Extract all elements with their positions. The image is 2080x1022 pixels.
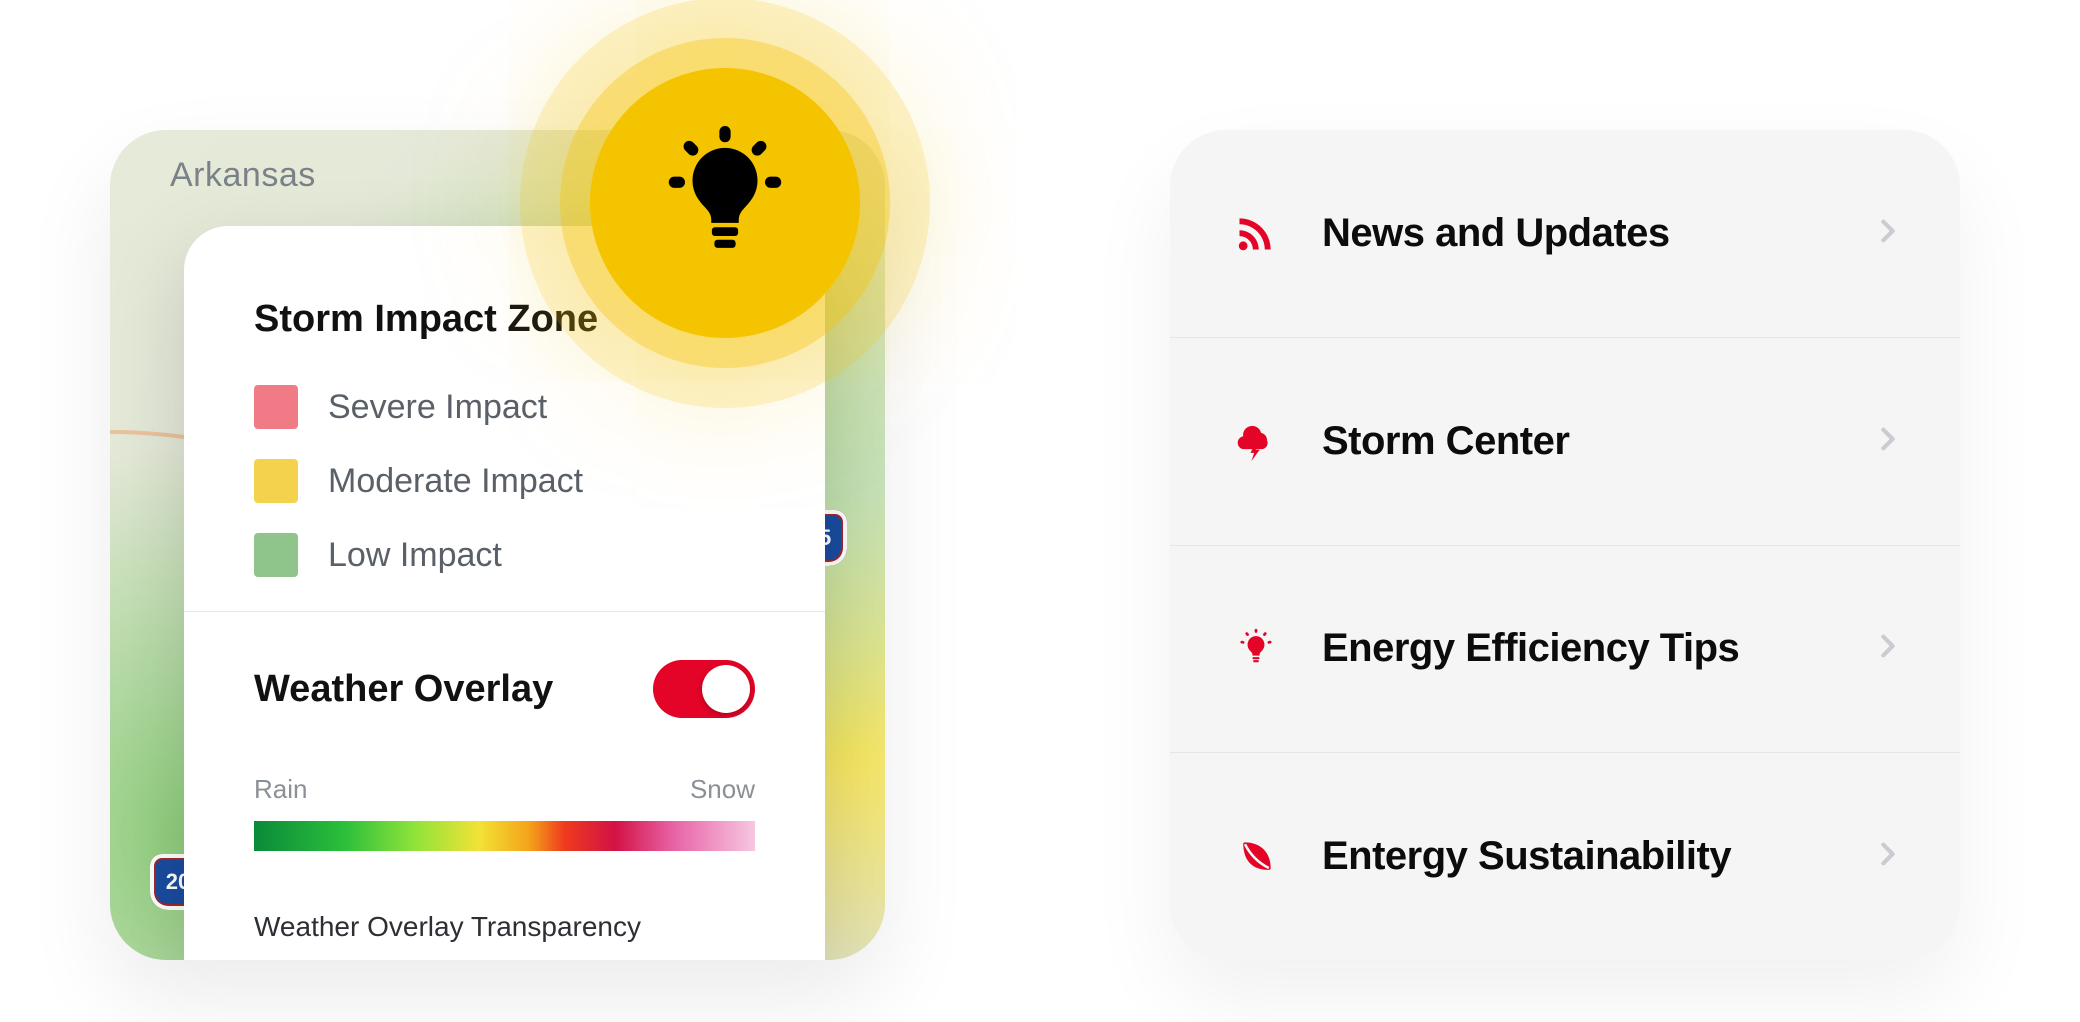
chevron-right-icon (1874, 632, 1902, 665)
resources-list: News and Updates Storm Center (1170, 130, 1960, 960)
chevron-right-icon (1874, 217, 1902, 250)
rss-icon (1228, 205, 1284, 261)
weather-overlay-title: Weather Overlay (254, 668, 553, 711)
weather-overlay-transparency-label: Weather Overlay Transparency (254, 911, 755, 943)
list-item-label: Energy Efficiency Tips (1322, 626, 1836, 671)
weather-overlay-toggle[interactable] (653, 660, 755, 718)
leaf-icon (1228, 829, 1284, 885)
legend-swatch-low (254, 533, 298, 577)
storm-icon (1228, 413, 1284, 469)
weather-scale-labels: Rain Snow (254, 774, 755, 805)
legend-label: Low Impact (328, 536, 502, 575)
legend-row-low: Low Impact (254, 533, 755, 577)
legend-label: Severe Impact (328, 388, 547, 427)
legend-swatch-severe (254, 385, 298, 429)
legend-label: Moderate Impact (328, 462, 583, 501)
scale-label-snow: Snow (690, 774, 755, 805)
toggle-knob (702, 665, 750, 713)
chevron-right-icon (1874, 840, 1902, 873)
list-item-news[interactable]: News and Updates (1170, 130, 1960, 338)
divider (184, 611, 825, 612)
weather-scale-gradient (254, 821, 755, 851)
tips-badge (590, 68, 860, 338)
lightbulb-icon (650, 126, 800, 281)
list-item-label: Entergy Sustainability (1322, 834, 1836, 879)
legend-swatch-moderate (254, 459, 298, 503)
chevron-right-icon (1874, 425, 1902, 458)
weather-overlay-header: Weather Overlay (254, 660, 755, 718)
scale-label-rain: Rain (254, 774, 307, 805)
map-state-label: Arkansas (170, 156, 316, 195)
list-item-label: News and Updates (1322, 211, 1836, 256)
lightbulb-icon (1228, 621, 1284, 677)
list-item-storm-center[interactable]: Storm Center (1170, 338, 1960, 546)
list-item-sustainability[interactable]: Entergy Sustainability (1170, 753, 1960, 960)
list-item-efficiency-tips[interactable]: Energy Efficiency Tips (1170, 546, 1960, 754)
legend-row-severe: Severe Impact (254, 385, 755, 429)
legend-row-moderate: Moderate Impact (254, 459, 755, 503)
list-item-label: Storm Center (1322, 419, 1836, 464)
